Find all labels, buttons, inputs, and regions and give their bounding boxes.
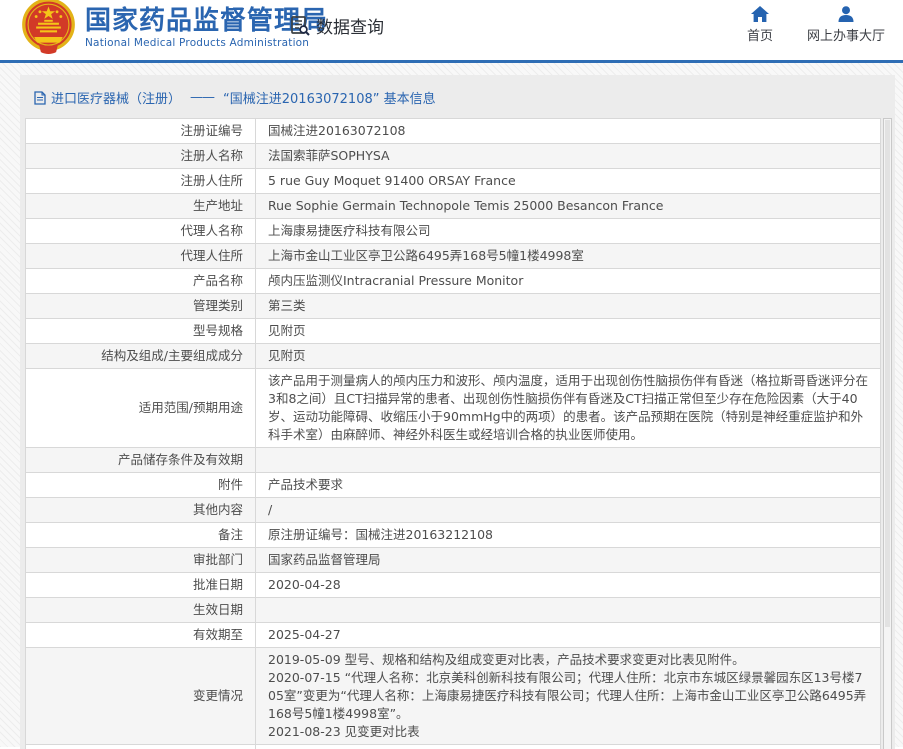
scrollbar-thumb[interactable] xyxy=(885,120,890,627)
row-label: 批准日期 xyxy=(26,573,256,598)
table-row: 注册人名称法国索菲萨SOPHYSA xyxy=(26,144,881,169)
data-query-tab[interactable]: 数据查询 xyxy=(289,13,384,38)
row-value: / xyxy=(256,498,881,523)
row-label: 注册人名称 xyxy=(26,144,256,169)
table-row: 产品名称颅内压监测仪Intracranial Pressure Monitor xyxy=(26,269,881,294)
table-row: 代理人名称上海康易捷医疗科技有限公司 xyxy=(26,219,881,244)
page-background: 进口医疗器械（注册） —— “国械注进20163072108” 基本信息 注册证… xyxy=(0,63,903,747)
row-label: 审批部门 xyxy=(26,548,256,573)
row-value: 2020-04-28 xyxy=(256,573,881,598)
row-value: 原注册证编号：国械注进20163212108 xyxy=(256,523,881,548)
table-row: 注详情 xyxy=(26,745,881,749)
row-value: 国械注进20163072108 xyxy=(256,119,881,144)
person-icon xyxy=(837,6,855,22)
row-label: 其他内容 xyxy=(26,498,256,523)
table-row: 管理类别第三类 xyxy=(26,294,881,319)
china-national-emblem-icon xyxy=(20,0,77,55)
row-label: 备注 xyxy=(26,523,256,548)
row-value: 上海康易捷医疗科技有限公司 xyxy=(256,219,881,244)
row-value xyxy=(256,598,881,623)
row-label: 生产地址 xyxy=(26,194,256,219)
row-label: 注册证编号 xyxy=(26,119,256,144)
breadcrumb-separator: —— xyxy=(190,90,214,105)
row-label: 产品名称 xyxy=(26,269,256,294)
breadcrumb-category[interactable]: 进口医疗器械（注册） xyxy=(51,88,181,107)
row-value: 2025-04-27 xyxy=(256,623,881,648)
row-value: 颅内压监测仪Intracranial Pressure Monitor xyxy=(256,269,881,294)
nav-service-hall[interactable]: 网上办事大厅 xyxy=(807,6,885,44)
table-row: 注册人住所5 rue Guy Moquet 91400 ORSAY France xyxy=(26,169,881,194)
home-icon xyxy=(751,6,769,22)
top-nav: 首页 网上办事大厅 xyxy=(747,6,885,44)
row-value: 见附页 xyxy=(256,319,881,344)
info-table: 注册证编号国械注进20163072108注册人名称法国索菲萨SOPHYSA注册人… xyxy=(25,118,881,749)
row-label: 管理类别 xyxy=(26,294,256,319)
table-row: 型号规格见附页 xyxy=(26,319,881,344)
table-row: 结构及组成/主要组成成分见附页 xyxy=(26,344,881,369)
document-icon xyxy=(34,91,46,105)
row-value: 产品技术要求 xyxy=(256,473,881,498)
row-label: 产品储存条件及有效期 xyxy=(26,448,256,473)
row-label: 注册人住所 xyxy=(26,169,256,194)
row-label: 结构及组成/主要组成成分 xyxy=(26,344,256,369)
table-row: 产品储存条件及有效期 xyxy=(26,448,881,473)
table-row: 有效期至2025-04-27 xyxy=(26,623,881,648)
table-row: 变更情况 2019-05-09 型号、规格和结构及组成变更对比表，产品技术要求变更… xyxy=(26,648,881,745)
site-logo[interactable]: 国家药品监督管理局 National Medical Products Admi… xyxy=(20,0,328,55)
table-row: 备注原注册证编号：国械注进20163212108 xyxy=(26,523,881,548)
table-row: 适用范围/预期用途该产品用于测量病人的颅内压力和波形、颅内温度，适用于出现创伤性… xyxy=(26,369,881,448)
value-line: 2020-07-15 “代理人名称：北京美科创新科技有限公司；代理人住所：北京市… xyxy=(268,669,868,723)
table-row: 其他内容/ xyxy=(26,498,881,523)
data-query-label: 数据查询 xyxy=(316,13,384,38)
breadcrumb: 进口医疗器械（注册） —— “国械注进20163072108” 基本信息 xyxy=(20,75,895,118)
row-label: 生效日期 xyxy=(26,598,256,623)
site-header: 国家药品监督管理局 National Medical Products Admi… xyxy=(0,0,903,60)
row-value: 该产品用于测量病人的颅内压力和波形、颅内温度，适用于出现创伤性脑损伤伴有昏迷（格… xyxy=(256,369,881,448)
row-label: 适用范围/预期用途 xyxy=(26,369,256,448)
row-value: 5 rue Guy Moquet 91400 ORSAY France xyxy=(256,169,881,194)
row-value: 2019-05-09 型号、规格和结构及组成变更对比表，产品技术要求变更对比表见… xyxy=(256,648,881,745)
row-label: 代理人住所 xyxy=(26,244,256,269)
table-row: 生产地址Rue Sophie Germain Technopole Temis … xyxy=(26,194,881,219)
breadcrumb-current: “国械注进20163072108” 基本信息 xyxy=(223,88,436,107)
nav-home[interactable]: 首页 xyxy=(747,6,773,44)
row-label: 注 xyxy=(26,745,256,749)
table-row: 附件产品技术要求 xyxy=(26,473,881,498)
table-row: 生效日期 xyxy=(26,598,881,623)
table-row: 批准日期2020-04-28 xyxy=(26,573,881,598)
table-area: 注册证编号国械注进20163072108注册人名称法国索菲萨SOPHYSA注册人… xyxy=(20,118,895,749)
row-value: 国家药品监督管理局 xyxy=(256,548,881,573)
vertical-scrollbar[interactable] xyxy=(883,118,892,749)
site-subtitle: National Medical Products Administration xyxy=(85,37,328,49)
row-value: 详情 xyxy=(256,745,881,749)
nav-home-label: 首页 xyxy=(747,25,773,44)
value-line: 2019-05-09 型号、规格和结构及组成变更对比表，产品技术要求变更对比表见… xyxy=(268,651,868,669)
row-value: 法国索菲萨SOPHYSA xyxy=(256,144,881,169)
row-label: 附件 xyxy=(26,473,256,498)
row-value: 第三类 xyxy=(256,294,881,319)
row-value: Rue Sophie Germain Technopole Temis 2500… xyxy=(256,194,881,219)
content-panel: 进口医疗器械（注册） —— “国械注进20163072108” 基本信息 注册证… xyxy=(20,75,895,749)
row-label: 变更情况 xyxy=(26,648,256,745)
table-row: 注册证编号国械注进20163072108 xyxy=(26,119,881,144)
nav-service-hall-label: 网上办事大厅 xyxy=(807,25,885,44)
row-value xyxy=(256,448,881,473)
value-line: 2021-08-23 见变更对比表 xyxy=(268,723,868,741)
row-label: 有效期至 xyxy=(26,623,256,648)
document-search-icon xyxy=(289,15,311,37)
row-label: 型号规格 xyxy=(26,319,256,344)
row-label: 代理人名称 xyxy=(26,219,256,244)
row-value: 上海市金山工业区亭卫公路6495弄168号5幢1楼4998室 xyxy=(256,244,881,269)
table-row: 审批部门国家药品监督管理局 xyxy=(26,548,881,573)
row-value: 见附页 xyxy=(256,344,881,369)
table-row: 代理人住所上海市金山工业区亭卫公路6495弄168号5幢1楼4998室 xyxy=(26,244,881,269)
